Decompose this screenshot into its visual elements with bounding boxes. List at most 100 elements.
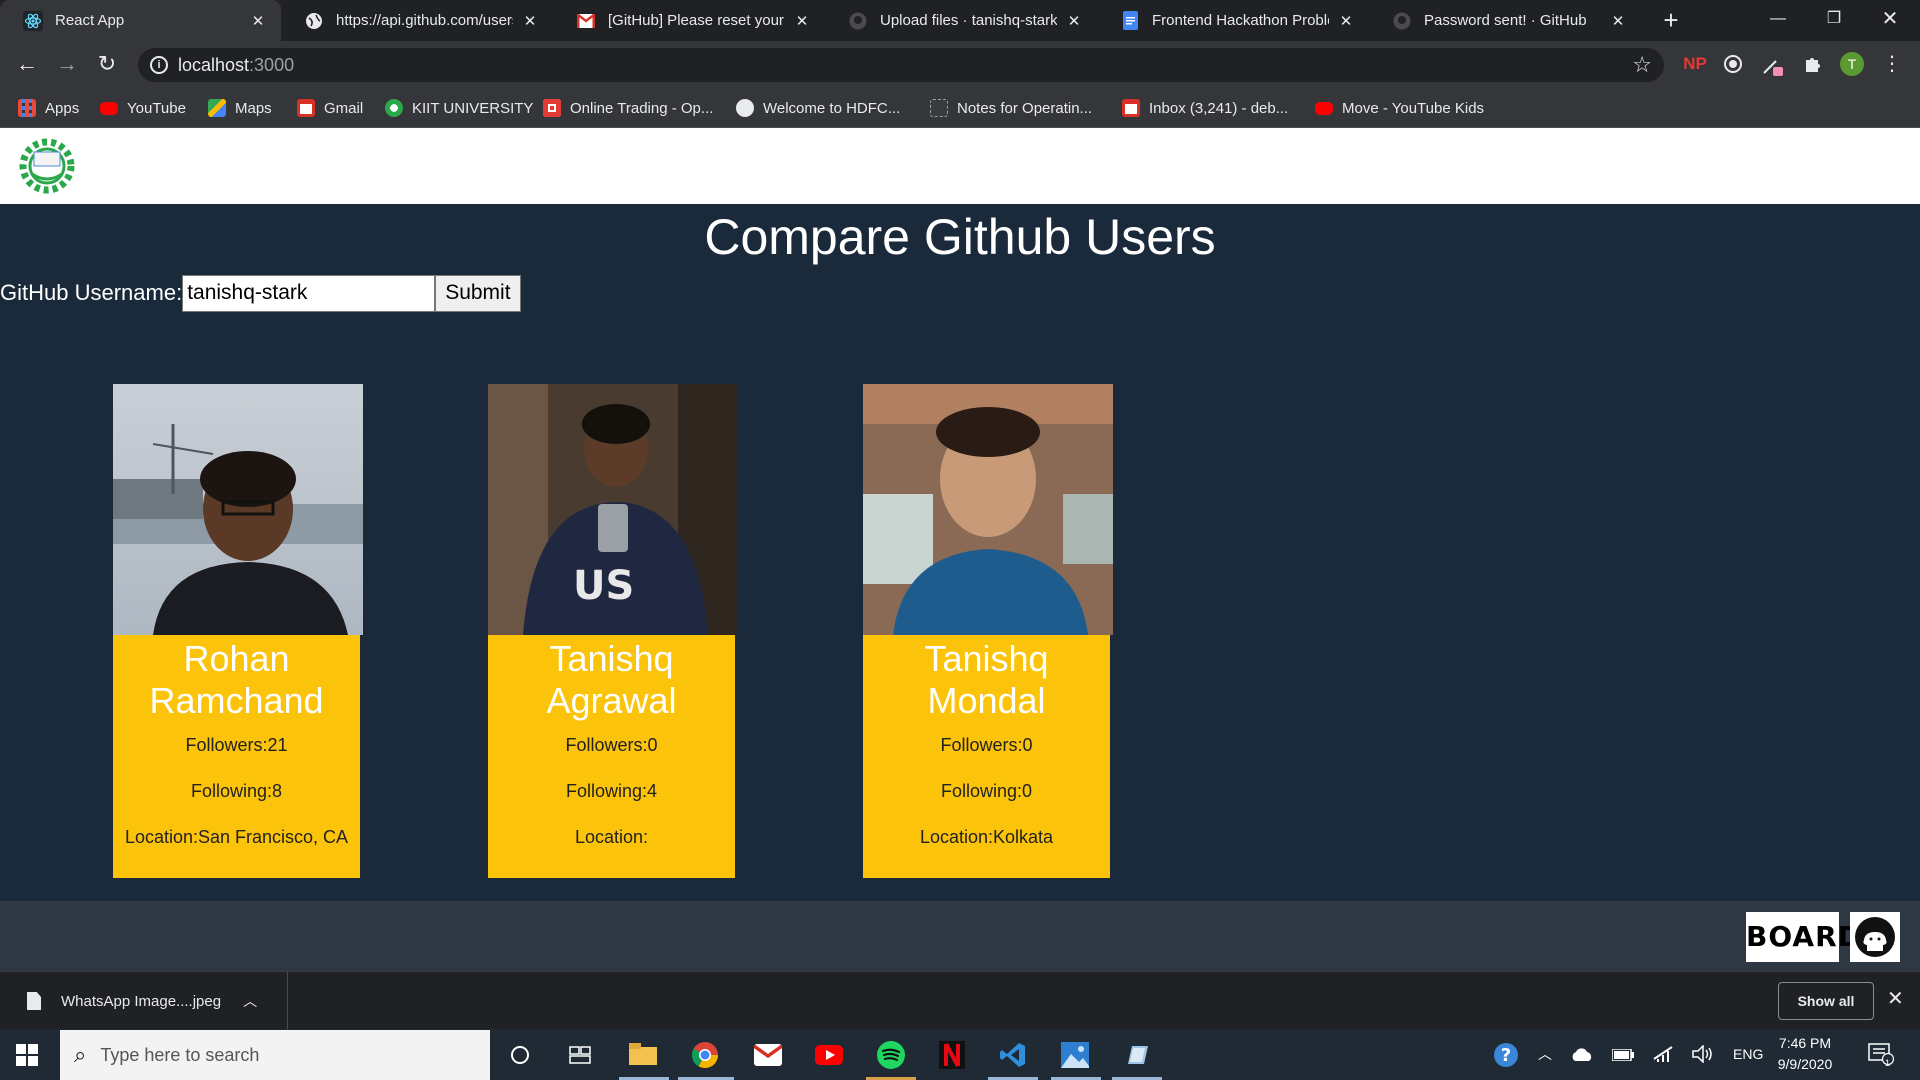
tab-close-icon[interactable]: ✕ — [793, 12, 811, 30]
github-link[interactable] — [1850, 912, 1900, 962]
user-card: Rohan Ramchand Followers:21 Following:8 … — [113, 384, 363, 878]
bookmark-kiit[interactable]: KIIT UNIVERSITY — [385, 88, 533, 128]
user-avatar: US — [488, 384, 738, 635]
close-download-bar-icon[interactable]: ✕ — [1887, 986, 1904, 1011]
chevron-up-icon[interactable]: ︿ — [243, 991, 257, 1011]
bookmark-apps[interactable]: Apps — [18, 88, 79, 128]
chrome-menu-icon[interactable]: ⋮ — [1880, 51, 1904, 77]
tab-close-icon[interactable]: ✕ — [1609, 12, 1627, 30]
globe-icon — [736, 99, 754, 117]
show-hidden-icons-chevron-icon[interactable]: ︿ — [1535, 1029, 1555, 1080]
battery-icon[interactable] — [1611, 1029, 1640, 1080]
clock[interactable]: 7:46 PM 9/9/2020 — [1770, 1033, 1840, 1075]
bookmark-online-trading[interactable]: Online Trading - Op... — [543, 88, 713, 128]
record-extension-icon[interactable] — [1720, 51, 1746, 77]
bookmark-star-icon[interactable]: ☆ — [1632, 52, 1652, 78]
bookmark-gmail[interactable]: Gmail — [297, 88, 363, 128]
bookmark-label: Welcome to HDFC... — [763, 99, 901, 117]
vscode-icon[interactable] — [996, 1038, 1030, 1072]
search-placeholder: Type here to search — [100, 1044, 260, 1065]
tab-frontend-hackathon[interactable]: Frontend Hackathon Problem ✕ — [1097, 0, 1369, 41]
bookmark-maps[interactable]: Maps — [208, 88, 272, 128]
close-window-button[interactable]: ✕ — [1862, 0, 1918, 41]
tab-close-icon[interactable]: ✕ — [1065, 12, 1083, 30]
tab-github-reset[interactable]: [GitHub] Please reset your pa ✕ — [553, 0, 825, 41]
bookmark-label: KIIT UNIVERSITY — [412, 99, 534, 117]
download-bar: WhatsApp Image....jpeg ︿ Show all ✕ — [0, 971, 1920, 1030]
clock-time: 7:46 PM — [1778, 1035, 1832, 1051]
bookmark-youtube-kids[interactable]: Move - YouTube Kids — [1315, 88, 1484, 128]
url-text: localhost:3000 — [178, 55, 294, 76]
address-bar[interactable]: i localhost:3000 ☆ — [138, 48, 1664, 82]
restore-button[interactable]: ❐ — [1806, 0, 1862, 41]
board-logo-link[interactable]: BOARD — [1746, 912, 1861, 962]
tab-close-icon[interactable]: ✕ — [1337, 12, 1355, 30]
bookmark-notes[interactable]: Notes for Operatin... — [930, 88, 1092, 128]
new-tab-button[interactable]: + — [1657, 6, 1685, 34]
youtube-app-icon[interactable] — [812, 1038, 846, 1072]
netflix-icon[interactable] — [935, 1038, 969, 1072]
user-location: Location:Kolkata — [919, 827, 1054, 847]
user-avatar — [113, 384, 363, 635]
tab-react-app[interactable]: React App ✕ — [0, 0, 281, 41]
reload-button[interactable]: ↻ — [92, 49, 122, 79]
url-host: localhost — [178, 55, 250, 75]
kiit-logo[interactable] — [14, 134, 80, 198]
followers-count: Followers:0 — [565, 735, 658, 755]
apps-grid-icon — [18, 99, 36, 117]
wifi-icon[interactable] — [1652, 1029, 1680, 1080]
notes-app-icon[interactable] — [1120, 1038, 1154, 1072]
help-icon[interactable]: ? — [1489, 1038, 1523, 1072]
bookmark-label: Notes for Operatin... — [957, 99, 1093, 117]
cortana-icon[interactable] — [503, 1038, 537, 1072]
file-explorer-icon[interactable] — [626, 1038, 660, 1072]
user-card: Tanishq Mondal Followers:0 Following:0 L… — [863, 384, 1113, 878]
username-input[interactable] — [182, 274, 436, 312]
profile-avatar[interactable]: T — [1840, 51, 1866, 77]
tab-close-icon[interactable]: ✕ — [249, 12, 267, 30]
np-extension-icon[interactable]: NP — [1680, 51, 1710, 77]
bookmarks-bar: Apps YouTube Maps Gmail KIIT UNIVERSITY … — [0, 88, 1920, 128]
notification-center-icon[interactable]: 1 — [1868, 1029, 1904, 1080]
spotify-icon[interactable] — [874, 1038, 908, 1072]
puzzle-extensions-icon[interactable] — [1800, 51, 1826, 77]
tab-close-icon[interactable]: ✕ — [521, 12, 539, 30]
back-button[interactable]: ← — [12, 49, 42, 79]
maps-icon — [208, 99, 226, 117]
download-item[interactable]: WhatsApp Image....jpeg ︿ — [0, 972, 288, 1030]
photos-icon[interactable] — [1058, 1038, 1092, 1072]
task-view-icon[interactable] — [563, 1038, 597, 1072]
tab-title: React App — [55, 12, 125, 29]
taskbar-search-box[interactable]: ⌕ Type here to search — [60, 1030, 490, 1080]
bookmark-welcome-hdfc[interactable]: Welcome to HDFC... — [736, 88, 900, 128]
language-indicator[interactable]: ENG — [1733, 1029, 1763, 1080]
volume-icon[interactable] — [1692, 1029, 1720, 1080]
clock-date: 9/9/2020 — [1777, 1056, 1833, 1072]
user-info-panel: Tanishq Agrawal Followers:0 Following:4 … — [488, 635, 735, 878]
windows-start-button[interactable] — [16, 1044, 38, 1066]
bookmark-youtube[interactable]: YouTube — [100, 88, 186, 128]
chrome-icon[interactable] — [688, 1038, 722, 1072]
pen-extension-icon[interactable] — [1760, 51, 1786, 77]
forward-button[interactable]: → — [52, 49, 82, 79]
following-count: Following:4 — [565, 781, 658, 801]
github-icon — [1392, 11, 1412, 31]
url-port: :3000 — [249, 55, 295, 75]
user-location: Location: — [574, 827, 649, 847]
tab-api-github[interactable]: https://api.github.com/users/ ✕ — [281, 0, 553, 41]
user-info-panel: Tanishq Mondal Followers:0 Following:0 L… — [863, 635, 1110, 878]
minimize-button[interactable]: — — [1750, 0, 1806, 41]
page-title: Compare Github Users — [704, 209, 1216, 265]
onedrive-icon[interactable] — [1570, 1029, 1598, 1080]
google-docs-icon — [1120, 11, 1140, 31]
site-info-icon[interactable]: i — [150, 56, 168, 74]
show-all-button[interactable]: Show all — [1778, 982, 1874, 1020]
tab-upload-files[interactable]: Upload files · tanishq-stark/F ✕ — [825, 0, 1097, 41]
gmail-app-icon[interactable] — [751, 1038, 785, 1072]
notification-count: 1 — [1885, 1058, 1891, 1068]
bookmark-inbox[interactable]: Inbox (3,241) - deb... — [1122, 88, 1288, 128]
submit-button[interactable]: Submit — [435, 274, 521, 312]
user-info-panel: Rohan Ramchand Followers:21 Following:8 … — [113, 635, 360, 878]
tab-password-sent[interactable]: Password sent! · GitHub ✕ — [1369, 0, 1641, 41]
browser-tab-bar: React App ✕ https://api.github.com/users… — [0, 0, 1920, 41]
